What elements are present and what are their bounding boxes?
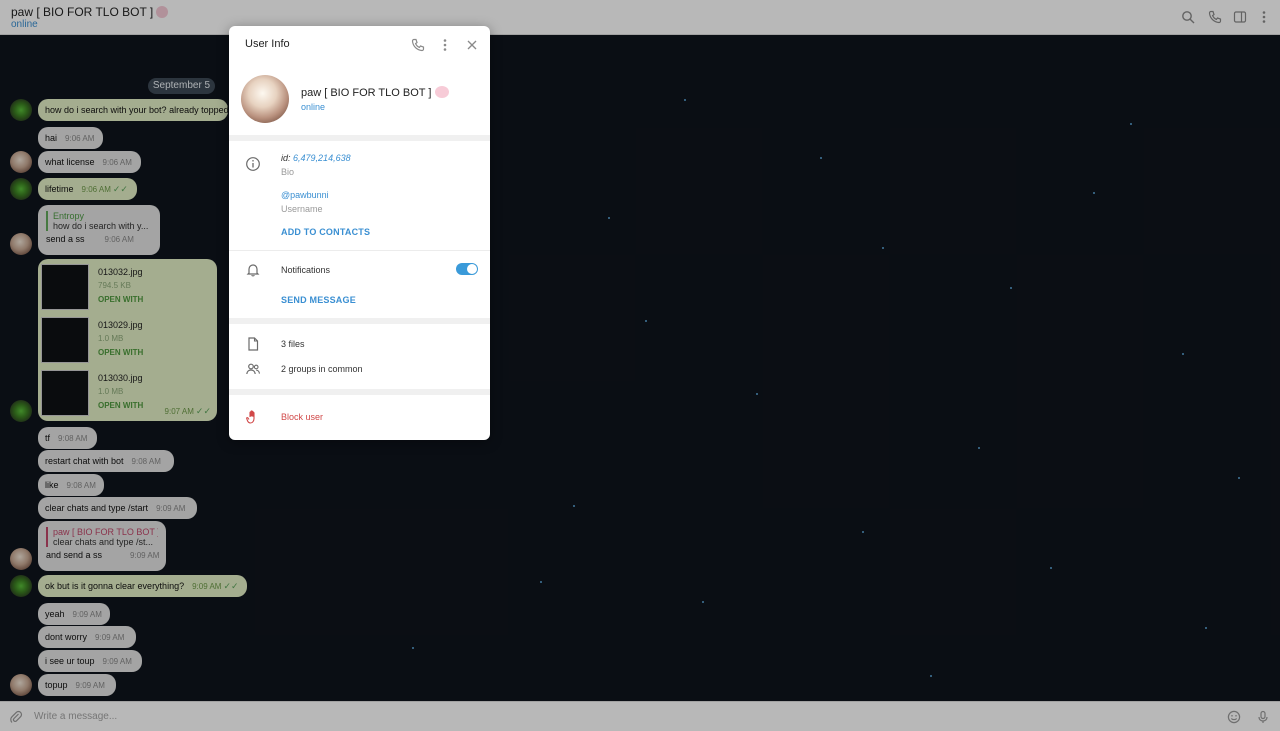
group-icon (246, 363, 260, 375)
profile-name: paw [ BIO FOR TLO BOT ] (301, 86, 450, 99)
more-vertical-icon[interactable] (438, 38, 452, 52)
add-to-contacts-button[interactable]: ADD TO CONTACTS (281, 227, 370, 237)
section-divider (229, 318, 490, 324)
profile-avatar[interactable] (241, 75, 289, 123)
info-icon (246, 157, 260, 171)
section-divider (229, 389, 490, 395)
user-info-dialog: User Info paw [ BIO FOR TLO BOT ] online… (229, 26, 490, 440)
section-divider (229, 135, 490, 141)
toggle-knob (467, 264, 477, 274)
notifications-toggle[interactable] (456, 263, 478, 275)
send-message-button[interactable]: SEND MESSAGE (281, 295, 356, 305)
paw-emoji-icon (435, 86, 450, 98)
dialog-title: User Info (245, 38, 290, 50)
username-label: Username (281, 204, 323, 214)
row-divider (229, 250, 490, 251)
user-id[interactable]: id: 6,479,214,638 (281, 153, 351, 163)
username-link[interactable]: @pawbunni (281, 190, 329, 200)
bell-icon (246, 264, 260, 277)
close-icon[interactable] (465, 38, 479, 52)
bio-label: Bio (281, 167, 295, 177)
modal-backdrop[interactable] (0, 0, 1280, 731)
groups-in-common-link[interactable]: 2 groups in common (281, 364, 363, 374)
block-user-button[interactable]: Block user (281, 412, 323, 422)
file-icon (248, 337, 259, 351)
profile-status: online (301, 102, 326, 112)
hand-block-icon (246, 410, 255, 424)
shared-files-link[interactable]: 3 files (281, 339, 305, 349)
phone-icon[interactable] (411, 38, 425, 52)
notifications-label: Notifications (281, 265, 331, 275)
